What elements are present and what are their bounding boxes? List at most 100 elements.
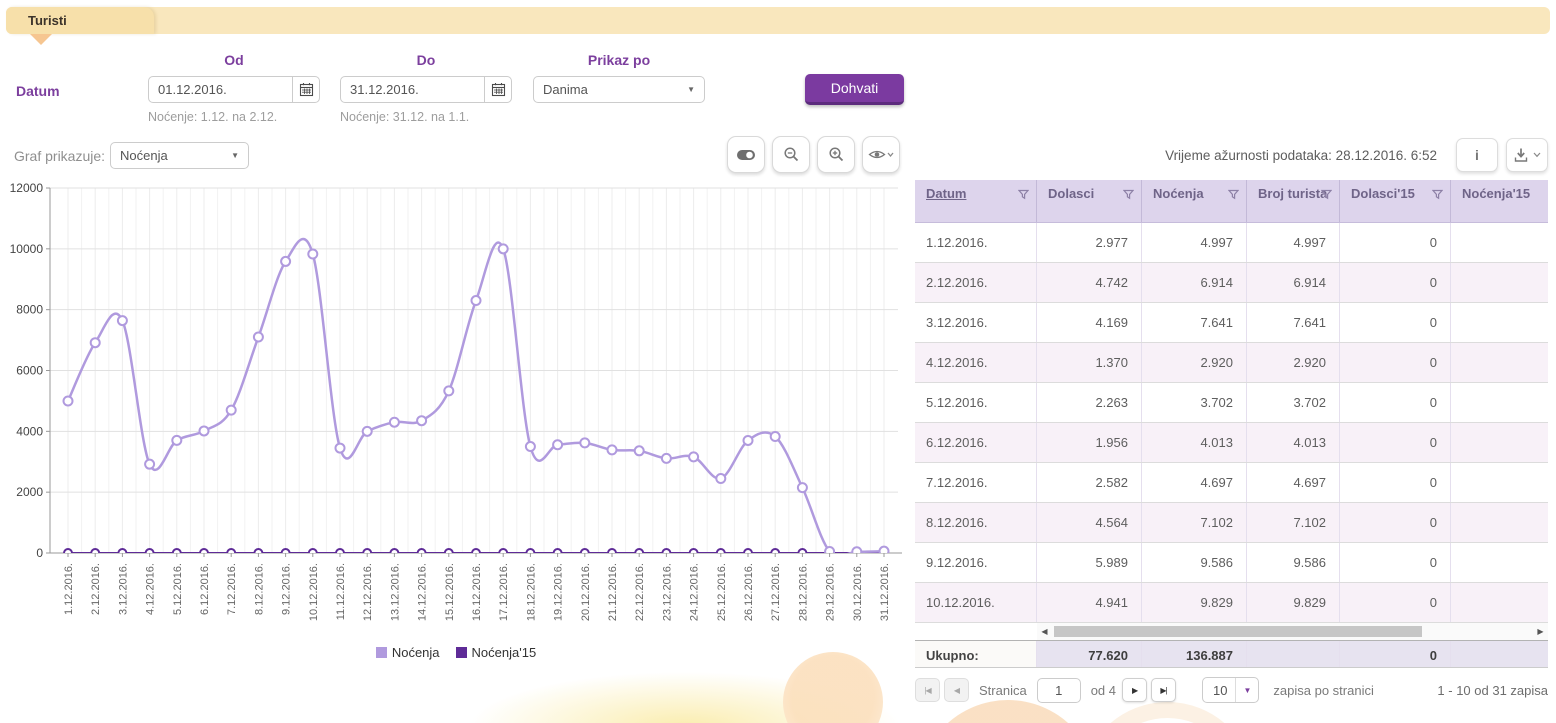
zoom-out-button[interactable] xyxy=(772,136,810,173)
table-row[interactable]: 7.12.2016.2.5824.6974.6970 xyxy=(915,463,1548,503)
totals-value: 136.887 xyxy=(1142,641,1247,668)
zoom-in-button[interactable] xyxy=(817,136,855,173)
cell-datum: 8.12.2016. xyxy=(915,503,1037,542)
prikaz-po-select[interactable]: Danima ▼ xyxy=(533,76,705,103)
svg-text:2000: 2000 xyxy=(16,485,43,499)
cell-value: 9.586 xyxy=(1142,543,1247,582)
svg-text:5.12.2016.: 5.12.2016. xyxy=(172,563,184,615)
svg-text:12.12.2016.: 12.12.2016. xyxy=(362,563,374,621)
column-header-2[interactable]: Noćenja xyxy=(1142,180,1247,222)
table-row[interactable]: 2.12.2016.4.7426.9146.9140 xyxy=(915,263,1548,303)
cell-value: 0 xyxy=(1340,223,1451,262)
cell-value: 2.977 xyxy=(1037,223,1142,262)
svg-text:16.12.2016.: 16.12.2016. xyxy=(471,563,483,621)
next-page-button[interactable]: ▶ xyxy=(1122,678,1147,702)
svg-text:12000: 12000 xyxy=(10,181,44,195)
cell-value: 0 xyxy=(1340,343,1451,382)
table-row[interactable]: 10.12.2016.4.9419.8299.8290 xyxy=(915,583,1548,623)
cell-value: 0 xyxy=(1340,263,1451,302)
tab-turisti[interactable]: Turisti xyxy=(6,7,154,34)
table-row[interactable]: 8.12.2016.4.5647.1027.1020 xyxy=(915,503,1548,543)
first-page-button[interactable]: |◀ xyxy=(915,678,940,702)
filter-icon[interactable] xyxy=(1123,189,1134,203)
info-button[interactable]: i xyxy=(1456,138,1498,172)
cell-value: 6.914 xyxy=(1142,263,1247,302)
series-visibility-button[interactable] xyxy=(862,136,900,173)
cell-value: 3.702 xyxy=(1247,383,1340,422)
column-header-3[interactable]: Broj turista xyxy=(1247,180,1340,222)
cell-value xyxy=(1451,383,1548,422)
svg-text:21.12.2016.: 21.12.2016. xyxy=(607,563,619,621)
download-icon xyxy=(1514,147,1530,163)
column-header-5[interactable]: Noćenja'15 xyxy=(1451,180,1548,222)
svg-text:19.12.2016.: 19.12.2016. xyxy=(553,563,565,621)
export-button[interactable] xyxy=(1506,138,1548,172)
prev-page-button[interactable]: ◀ xyxy=(944,678,969,702)
cell-value xyxy=(1451,503,1548,542)
line-chart[interactable]: 0200040006000800010000120001.12.2016.2.1… xyxy=(6,176,906,648)
svg-text:4.12.2016.: 4.12.2016. xyxy=(145,563,157,615)
svg-text:26.12.2016.: 26.12.2016. xyxy=(743,563,755,621)
svg-text:20.12.2016.: 20.12.2016. xyxy=(580,563,592,621)
scroll-right-icon[interactable]: ▶ xyxy=(1533,627,1548,636)
decor-circle-1 xyxy=(783,652,883,723)
date-from-input[interactable] xyxy=(149,82,292,97)
filter-icon[interactable] xyxy=(1018,189,1029,203)
filter-icon[interactable] xyxy=(1228,189,1239,203)
cell-value: 2.920 xyxy=(1142,343,1247,382)
svg-text:28.12.2016.: 28.12.2016. xyxy=(797,563,809,621)
svg-text:1.12.2016.: 1.12.2016. xyxy=(63,563,75,615)
table-row[interactable]: 6.12.2016.1.9564.0134.0130 xyxy=(915,423,1548,463)
filter-icon[interactable] xyxy=(1432,189,1443,203)
chevron-down-icon: ▼ xyxy=(227,151,248,160)
column-header-4[interactable]: Dolasci'15 xyxy=(1340,180,1451,222)
do-column-label: Do xyxy=(340,52,512,68)
scrollbar-thumb[interactable] xyxy=(1054,626,1422,637)
table-row[interactable]: 9.12.2016.5.9899.5869.5860 xyxy=(915,543,1548,583)
legend-item-nocenja15[interactable]: Noćenja'15 xyxy=(456,645,537,660)
toggle-pan-button[interactable] xyxy=(727,136,765,173)
table-row[interactable]: 3.12.2016.4.1697.6417.6410 xyxy=(915,303,1548,343)
graf-prikazuje-select[interactable]: Noćenja ▼ xyxy=(110,142,249,169)
cell-value: 1.956 xyxy=(1037,423,1142,462)
cell-value: 4.697 xyxy=(1247,463,1340,502)
cell-datum: 5.12.2016. xyxy=(915,383,1037,422)
column-header-1[interactable]: Dolasci xyxy=(1037,180,1142,222)
column-header-label: Dolasci'15 xyxy=(1351,186,1415,201)
svg-text:8000: 8000 xyxy=(16,303,43,317)
legend-item-nocenja[interactable]: Noćenja xyxy=(376,645,440,660)
info-icon: i xyxy=(1475,147,1479,163)
cell-value xyxy=(1451,303,1548,342)
totals-value xyxy=(1247,641,1340,668)
cell-value: 7.102 xyxy=(1247,503,1340,542)
cell-value xyxy=(1451,343,1548,382)
svg-text:6.12.2016.: 6.12.2016. xyxy=(199,563,211,615)
table-row[interactable]: 1.12.2016.2.9774.9974.9970 xyxy=(915,223,1548,263)
cell-datum: 6.12.2016. xyxy=(915,423,1037,462)
zoom-in-icon xyxy=(828,146,845,163)
date-to-field xyxy=(340,76,512,103)
table-row[interactable]: 4.12.2016.1.3702.9202.9200 xyxy=(915,343,1548,383)
cell-value xyxy=(1451,583,1548,622)
calendar-icon[interactable] xyxy=(292,77,319,102)
last-page-button[interactable]: ▶| xyxy=(1151,678,1176,702)
column-header-0[interactable]: Datum xyxy=(915,180,1037,222)
page-number-input[interactable] xyxy=(1037,678,1081,703)
cell-datum: 2.12.2016. xyxy=(915,263,1037,302)
legend-swatch-nocenja15-icon xyxy=(456,647,467,658)
cell-datum: 1.12.2016. xyxy=(915,223,1037,262)
scrollbar-track[interactable] xyxy=(1052,625,1533,638)
cell-value xyxy=(1451,423,1548,462)
dohvati-button[interactable]: Dohvati xyxy=(805,74,904,105)
totals-value: 0 xyxy=(1340,641,1451,668)
svg-text:7.12.2016.: 7.12.2016. xyxy=(226,563,238,615)
calendar-icon[interactable] xyxy=(484,77,511,102)
horizontal-scrollbar[interactable]: ◀ ▶ xyxy=(1037,623,1548,640)
page-size-select[interactable]: 10 ▼ xyxy=(1202,677,1259,703)
scroll-left-icon[interactable]: ◀ xyxy=(1037,627,1052,636)
cell-value xyxy=(1451,223,1548,262)
filter-icon[interactable] xyxy=(1321,189,1332,203)
table-row[interactable]: 5.12.2016.2.2633.7023.7020 xyxy=(915,383,1548,423)
svg-text:30.12.2016.: 30.12.2016. xyxy=(852,563,864,621)
date-to-input[interactable] xyxy=(341,82,484,97)
